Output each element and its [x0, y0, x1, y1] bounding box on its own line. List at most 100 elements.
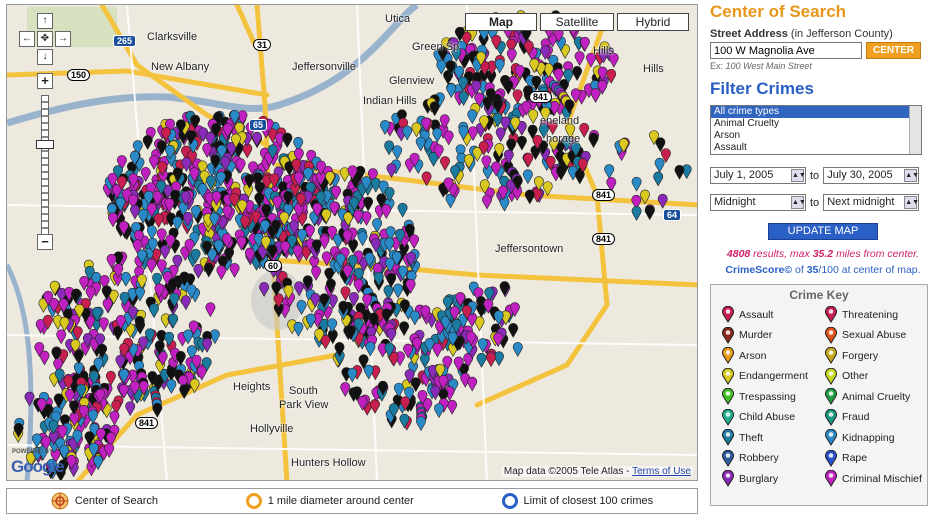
crime-key-label: Fraud	[842, 411, 870, 424]
crime-key-label: Sexual Abuse	[842, 329, 907, 342]
example-prefix: Ex:	[710, 61, 724, 71]
score-of: of	[795, 264, 804, 276]
crime-key-title: Crime Key	[789, 288, 849, 302]
time-from-value: Midnight	[714, 196, 756, 208]
crime-type-option[interactable]: Animal Cruelty	[711, 118, 921, 130]
results-summary: 4808 results, max 35.2 miles from center…	[710, 248, 936, 260]
crime-key-label: Criminal Mischief	[842, 472, 922, 485]
crime-marker-icon	[722, 429, 734, 447]
center-button[interactable]: CENTER	[866, 42, 922, 59]
crime-key-label: Theft	[739, 431, 763, 444]
crime-key-label: Trespassing	[739, 390, 796, 403]
place-label: Hollyville	[250, 423, 294, 435]
crime-key-label: Threatening	[842, 308, 899, 321]
chevron-down-icon: ▲▼	[904, 169, 919, 182]
crimescore-link[interactable]: CrimeScore©	[725, 264, 792, 276]
place-label: eneland	[540, 115, 580, 127]
crime-marker-icon	[722, 306, 734, 324]
highway-shield: 841	[592, 233, 616, 245]
place-label: Indian Hills	[363, 95, 417, 107]
pan-left-button[interactable]: ←	[19, 31, 35, 47]
crime-key-item: Other	[824, 367, 927, 386]
powered-by-text: POWERED BY	[12, 449, 54, 455]
map-type-map-button[interactable]: Map	[465, 13, 537, 31]
crime-type-option[interactable]: Arson	[711, 130, 921, 142]
highway-shield: 265	[113, 35, 137, 47]
legend-center-of-search: Center of Search	[51, 492, 158, 510]
crime-key-label: Burglary	[739, 472, 779, 485]
zoom-slider-handle[interactable]	[36, 140, 54, 149]
crime-key-item: Child Abuse	[721, 408, 824, 427]
results-end: miles from center.	[836, 248, 920, 260]
attribution-text: Map data ©2005 Tele Atlas	[503, 466, 624, 477]
crime-key-item: Murder	[721, 326, 824, 345]
place-label: Green Sp	[412, 41, 460, 53]
sidebar: Center of Search Street Address (in Jeff…	[710, 0, 936, 520]
highway-shield: 841	[592, 189, 616, 201]
date-to-select[interactable]: July 30, 2005 ▲▼	[823, 167, 920, 184]
terms-of-use-link[interactable]: Terms of Use	[632, 466, 691, 477]
map-type-satellite-button[interactable]: Satellite	[540, 13, 614, 31]
date-to-value: July 30, 2005	[827, 169, 893, 181]
crime-key-item: Threatening	[824, 306, 927, 324]
crime-key-item: Criminal Mischief	[824, 470, 927, 488]
crime-type-option[interactable]: All crime types	[711, 106, 921, 118]
crime-marker-icon	[825, 326, 837, 344]
zoom-out-button[interactable]: −	[37, 234, 53, 250]
crime-marker-icon	[722, 470, 734, 488]
place-label: South	[289, 385, 318, 397]
results-miles: 35.2	[812, 248, 834, 260]
pan-up-button[interactable]: ↑	[37, 13, 53, 29]
zoom-in-button[interactable]: +	[37, 73, 53, 89]
crime-map[interactable]: Utica Clarksville Green Sp Jeffersonville Ne…	[6, 4, 698, 481]
update-map-button[interactable]: UPDATE MAP	[768, 223, 878, 240]
crime-key-panel: Crime Key Assault Threatening Murder Sexual…	[710, 284, 928, 506]
highway-shield: 150	[67, 69, 91, 81]
crime-type-option[interactable]: Assault	[711, 142, 921, 154]
crime-marker-icon	[825, 429, 837, 447]
crime-key-item: Forgery	[824, 347, 927, 365]
google-logo[interactable]: POWERED BY Google	[11, 449, 65, 477]
street-sub-text: (in Jefferson County)	[790, 28, 893, 40]
legend-one-mile: 1 mile diameter around center	[245, 493, 414, 509]
zoom-slider-track[interactable]	[41, 95, 49, 235]
pan-down-button[interactable]: ↓	[37, 49, 53, 65]
address-example: Ex: 100 West Main Street	[710, 61, 936, 71]
street-address-input[interactable]	[710, 42, 862, 59]
crime-key-item: Trespassing	[721, 388, 824, 406]
place-label: Park View	[279, 399, 329, 411]
time-from-select[interactable]: Midnight ▲▼	[710, 194, 806, 211]
score-end: /100 at center of map.	[818, 264, 921, 276]
crime-marker-icon	[722, 408, 734, 426]
crime-marker-icon	[825, 367, 837, 385]
crime-key-item: Kidnapping	[824, 429, 927, 447]
map-legend-bar: Center of Search 1 mile diameter around …	[6, 488, 698, 514]
place-label: Hunters Hollow	[291, 457, 366, 469]
logo-text: Google	[11, 457, 65, 476]
pan-center-button[interactable]: ✥	[37, 31, 53, 47]
crime-key-item: Fraud	[824, 408, 927, 427]
place-label: Jeffersontown	[495, 243, 564, 255]
listbox-scrollbar[interactable]	[909, 106, 921, 154]
time-to-select[interactable]: Next midnight ▲▼	[823, 194, 920, 211]
crime-marker-icon	[722, 449, 734, 467]
time-to-value: Next midnight	[827, 196, 895, 208]
legend-label: Limit of closest 100 crimes	[523, 495, 654, 507]
crime-key-label: Other	[842, 370, 869, 383]
crimescore-summary: CrimeScore© of 35/100 at center of map.	[710, 264, 936, 276]
filter-crimes-title: Filter Crimes	[710, 79, 814, 98]
map-type-hybrid-button[interactable]: Hybrid	[617, 13, 689, 31]
highway-shield: 65	[249, 119, 268, 131]
place-label: Hills	[593, 45, 614, 57]
crime-key-label: Endangerment	[739, 370, 808, 383]
highway-shield: 31	[253, 39, 272, 51]
pan-right-button[interactable]: →	[55, 31, 71, 47]
date-from-value: July 1, 2005	[714, 169, 774, 181]
results-mid: results, max	[753, 248, 810, 260]
crime-type-listbox[interactable]: All crime types Animal Cruelty Arson Ass…	[710, 105, 922, 155]
crime-key-item: Sexual Abuse	[824, 326, 927, 345]
date-from-select[interactable]: July 1, 2005 ▲▼	[710, 167, 806, 184]
crime-key-label: Animal Cruelty	[842, 390, 911, 403]
crime-marker-icon	[722, 367, 734, 385]
crime-marker-icon	[825, 306, 837, 324]
